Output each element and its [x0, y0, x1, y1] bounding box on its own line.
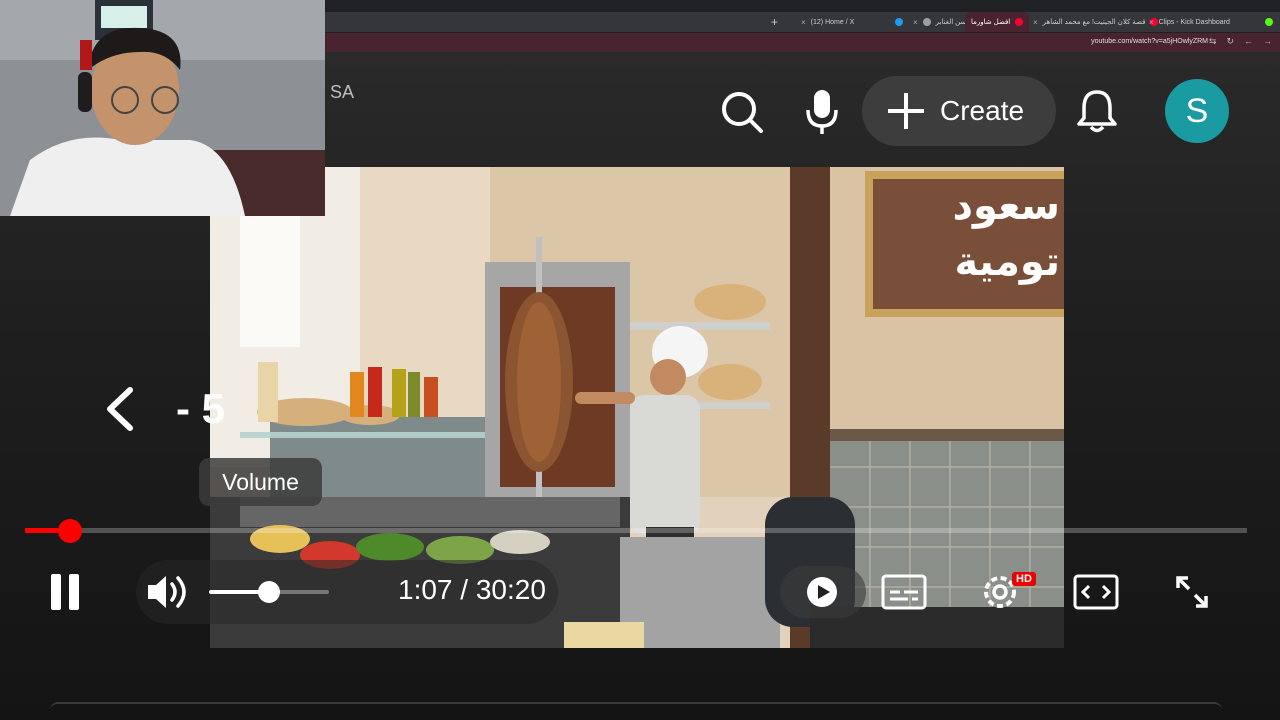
mic-icon[interactable] [804, 88, 840, 141]
theater-mode-icon [1073, 574, 1119, 610]
settings-button[interactable] [976, 560, 1024, 624]
subtitles-button[interactable] [880, 560, 928, 624]
search-icon[interactable] [720, 90, 764, 139]
player-controls: 1:07 / 30:20 HD [0, 560, 1280, 624]
chevron-left-icon [107, 387, 133, 431]
tab-label: قصة كلان الجيتيت! مع محمد الشاهر [1042, 19, 1146, 26]
close-tab-icon[interactable]: × [801, 18, 806, 27]
hd-badge: HD [1012, 572, 1036, 586]
close-tab-icon[interactable]: × [913, 18, 918, 27]
streamer-webcam-image [0, 0, 325, 216]
tab-bar: + × (12) Home / X × حسن الغنابر افضل شاو… [325, 12, 1280, 32]
sign-text-line2: تومية [955, 239, 1060, 285]
tab-kick-dashboard[interactable]: × Clips - Kick Dashboard [1143, 12, 1279, 32]
url-text[interactable]: youtube.com/watch?v=a5jHOwlyZRM [1091, 38, 1208, 45]
reload-icon[interactable]: ↻ [1226, 36, 1234, 47]
browser-chrome: + × (12) Home / X × حسن الغنابر افضل شاو… [325, 0, 1280, 52]
region-label: SA [330, 82, 355, 102]
autoplay-icon [807, 577, 837, 607]
progress-bar[interactable] [25, 519, 1247, 543]
plus-icon [888, 93, 924, 129]
sign-text-line1: سعود [952, 183, 1060, 229]
seek-back-indicator: - 5 [104, 385, 225, 433]
tab-label: (12) Home / X [810, 18, 855, 26]
tab-active-video[interactable]: افضل شاورما [965, 12, 1030, 32]
mute-button[interactable] [140, 560, 196, 624]
close-tab-icon[interactable]: × [1149, 18, 1154, 27]
progress-scrubber[interactable] [58, 519, 83, 543]
subtitles-icon [881, 574, 927, 610]
tooltip-text: Volume [222, 468, 299, 495]
translate-icon[interactable]: ⇆ [1209, 36, 1217, 47]
volume-slider[interactable] [209, 581, 329, 603]
expand-icon [1176, 576, 1208, 608]
volume-icon [148, 576, 186, 608]
page-favicon-icon [922, 18, 931, 26]
create-button[interactable]: Create [862, 76, 1056, 146]
webcam-overlay [0, 0, 325, 216]
avatar[interactable]: S [1165, 79, 1229, 143]
pause-icon [51, 574, 79, 610]
tab-label: افضل شاورما [971, 19, 1011, 26]
new-tab-icon[interactable]: + [771, 15, 778, 29]
address-bar[interactable]: youtube.com/watch?v=a5jHOwlyZRM ⇆ ↻ ← → [325, 33, 1280, 52]
time-display: 1:07 / 30:20 [398, 574, 546, 605]
tab-x-home[interactable]: × (12) Home / X [795, 12, 909, 32]
pause-button[interactable] [40, 560, 90, 624]
x-favicon-icon [895, 18, 904, 26]
youtube-favicon-icon [1015, 18, 1024, 26]
seek-back-value: - 5 [176, 385, 226, 432]
theater-mode-button[interactable] [1072, 560, 1120, 624]
back-icon[interactable]: ← [1244, 36, 1253, 47]
close-tab-icon[interactable]: × [1033, 18, 1038, 27]
kick-favicon-icon [1264, 18, 1273, 26]
volume-handle[interactable] [258, 581, 280, 603]
tab-label: Clips - Kick Dashboard [1158, 18, 1230, 26]
fullscreen-button[interactable] [1168, 560, 1216, 624]
autoplay-toggle[interactable] [800, 560, 844, 624]
create-label: Create [940, 95, 1025, 126]
bell-icon[interactable] [1076, 88, 1118, 139]
avatar-letter: S [1185, 91, 1209, 130]
forward-icon[interactable]: → [1263, 36, 1272, 47]
volume-tooltip: Volume [199, 458, 322, 506]
